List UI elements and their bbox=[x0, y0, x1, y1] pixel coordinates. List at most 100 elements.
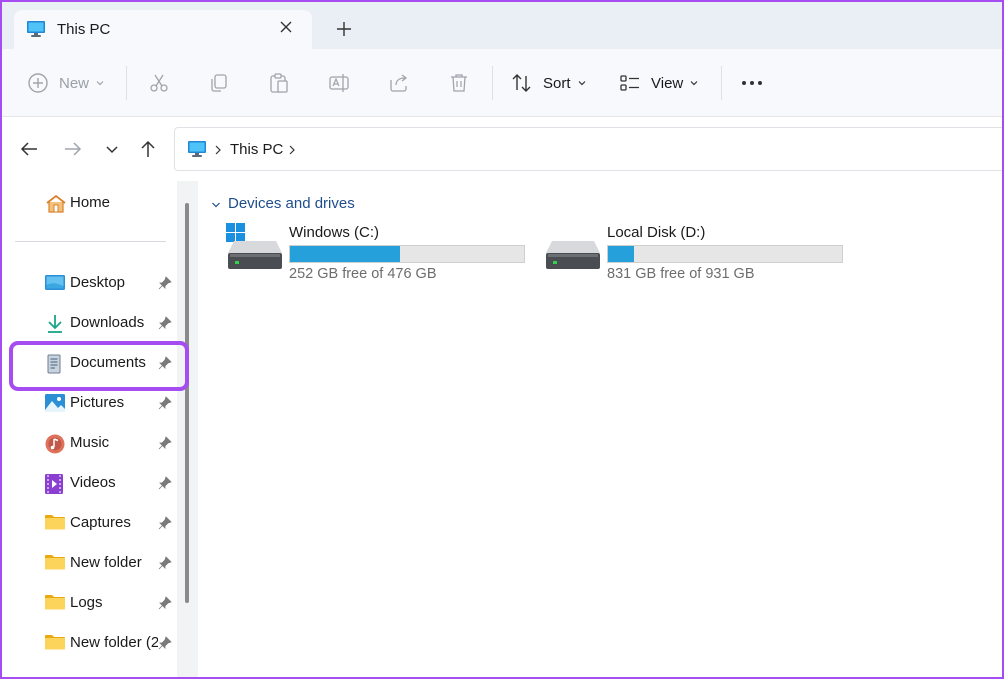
drive-d[interactable]: Local Disk (D:) 831 GB free of 931 GB bbox=[544, 223, 864, 283]
sidebar-item-label: Desktop bbox=[70, 274, 126, 291]
monitor-icon bbox=[187, 140, 207, 163]
drive-free-space: 831 GB free of 931 GB bbox=[607, 266, 755, 282]
copy-icon bbox=[208, 72, 230, 94]
tab-title: This PC bbox=[57, 21, 111, 38]
share-icon bbox=[388, 72, 410, 94]
chevron-down-icon[interactable] bbox=[210, 198, 222, 216]
sidebar-item-music[interactable]: Music bbox=[0, 425, 178, 461]
tab-this-pc[interactable]: This PC bbox=[14, 10, 312, 49]
folder-icon bbox=[45, 634, 65, 654]
home-icon bbox=[45, 194, 66, 214]
pictures-icon bbox=[45, 394, 65, 414]
sidebar-item-label: Downloads bbox=[70, 314, 145, 331]
sidebar-item-captures[interactable]: Captures bbox=[0, 505, 178, 541]
copy-button[interactable] bbox=[208, 49, 230, 117]
sidebar-item-desktop[interactable]: Desktop bbox=[0, 265, 178, 301]
drive-usage-bar bbox=[289, 245, 525, 263]
folder-icon bbox=[45, 594, 65, 614]
drive-usage-fill bbox=[608, 246, 634, 262]
group-header-devices[interactable]: Devices and drives bbox=[228, 195, 355, 212]
sidebar-divider bbox=[15, 241, 166, 242]
sidebar-scroll-thumb[interactable] bbox=[185, 203, 189, 603]
plus-icon[interactable] bbox=[334, 19, 354, 39]
up-arrow-icon[interactable] bbox=[136, 137, 160, 161]
rename-button[interactable] bbox=[328, 49, 350, 117]
sidebar-item-home[interactable]: Home bbox=[0, 185, 178, 221]
delete-icon bbox=[448, 72, 470, 94]
windows-drive-icon bbox=[226, 223, 282, 278]
pin-icon[interactable] bbox=[158, 556, 172, 570]
more-icon bbox=[740, 79, 764, 87]
sidebar-item-new-folder[interactable]: New folder bbox=[0, 545, 178, 581]
drive-name: Local Disk (D:) bbox=[607, 224, 706, 241]
toolbar-separator bbox=[126, 66, 127, 100]
videos-icon bbox=[45, 474, 65, 494]
forward-arrow-icon[interactable] bbox=[61, 137, 85, 161]
download-icon bbox=[45, 314, 65, 334]
sort-button[interactable]: Sort bbox=[511, 49, 587, 117]
chevron-down-icon bbox=[95, 78, 105, 88]
drive-usage-fill bbox=[290, 246, 400, 262]
sidebar-item-label: Videos bbox=[70, 474, 116, 491]
recent-chevron-icon[interactable] bbox=[100, 137, 124, 161]
sidebar-item-label: Logs bbox=[70, 594, 103, 611]
toolbar-separator bbox=[721, 66, 722, 100]
chevron-down-icon bbox=[689, 78, 699, 88]
sidebar-item-logs[interactable]: Logs bbox=[0, 585, 178, 621]
sort-label: Sort bbox=[543, 74, 571, 92]
cut-icon bbox=[148, 72, 170, 94]
sidebar-item-new-folder-2[interactable]: New folder (2 bbox=[0, 625, 178, 661]
view-label: View bbox=[651, 74, 684, 92]
drive-name: Windows (C:) bbox=[289, 224, 380, 241]
new-button[interactable]: New bbox=[27, 49, 105, 117]
desktop-icon bbox=[45, 274, 65, 294]
share-button[interactable] bbox=[388, 49, 410, 117]
pin-icon[interactable] bbox=[158, 516, 172, 530]
sidebar-item-label: Captures bbox=[70, 514, 131, 531]
pin-icon[interactable] bbox=[158, 596, 172, 610]
command-bar: New Sort View bbox=[0, 49, 1004, 117]
chevron-right-icon[interactable] bbox=[287, 143, 297, 161]
pin-icon[interactable] bbox=[158, 316, 172, 330]
plus-circle-icon bbox=[27, 72, 49, 94]
sidebar-item-label: New folder bbox=[70, 554, 142, 571]
pin-icon[interactable] bbox=[158, 636, 172, 650]
sidebar-item-downloads[interactable]: Downloads bbox=[0, 305, 178, 341]
more-button[interactable] bbox=[740, 49, 764, 117]
view-icon bbox=[619, 72, 641, 94]
music-icon bbox=[45, 434, 65, 454]
sidebar-item-videos[interactable]: Videos bbox=[0, 465, 178, 501]
drive-usage-bar bbox=[607, 245, 843, 263]
title-bar: This PC bbox=[0, 0, 1004, 49]
pin-icon[interactable] bbox=[158, 476, 172, 490]
delete-button[interactable] bbox=[448, 49, 470, 117]
folder-icon bbox=[45, 554, 65, 574]
toolbar-separator bbox=[492, 66, 493, 100]
address-bar[interactable]: This PC bbox=[174, 127, 1004, 171]
folder-icon bbox=[45, 514, 65, 534]
drive-free-space: 252 GB free of 476 GB bbox=[289, 266, 437, 282]
sidebar-item-label: Home bbox=[70, 194, 111, 211]
breadcrumb-this-pc[interactable]: This PC bbox=[230, 141, 283, 158]
navigation-pane: Home Desktop Downloads Documents Picture… bbox=[0, 181, 198, 679]
sidebar-item-label: Pictures bbox=[70, 394, 125, 411]
view-button[interactable]: View bbox=[619, 49, 699, 117]
drive-c[interactable]: Windows (C:) 252 GB free of 476 GB bbox=[226, 223, 546, 283]
paste-button[interactable] bbox=[268, 49, 290, 117]
content-pane: Devices and drives Windows (C:) 252 GB f… bbox=[198, 181, 1004, 679]
pin-icon[interactable] bbox=[158, 436, 172, 450]
chevron-down-icon bbox=[577, 78, 587, 88]
sidebar-item-label: New folder (2 bbox=[70, 634, 158, 651]
pin-icon[interactable] bbox=[158, 396, 172, 410]
chevron-right-icon[interactable] bbox=[213, 143, 223, 161]
back-arrow-icon[interactable] bbox=[17, 137, 41, 161]
cut-button[interactable] bbox=[148, 49, 170, 117]
rename-icon bbox=[328, 72, 350, 94]
monitor-icon bbox=[26, 20, 46, 43]
new-label: New bbox=[59, 74, 90, 92]
navigation-bar: This PC bbox=[0, 117, 1004, 181]
sort-icon bbox=[511, 72, 533, 94]
drive-icon bbox=[544, 223, 600, 278]
close-icon[interactable] bbox=[277, 18, 295, 36]
pin-icon[interactable] bbox=[158, 276, 172, 290]
